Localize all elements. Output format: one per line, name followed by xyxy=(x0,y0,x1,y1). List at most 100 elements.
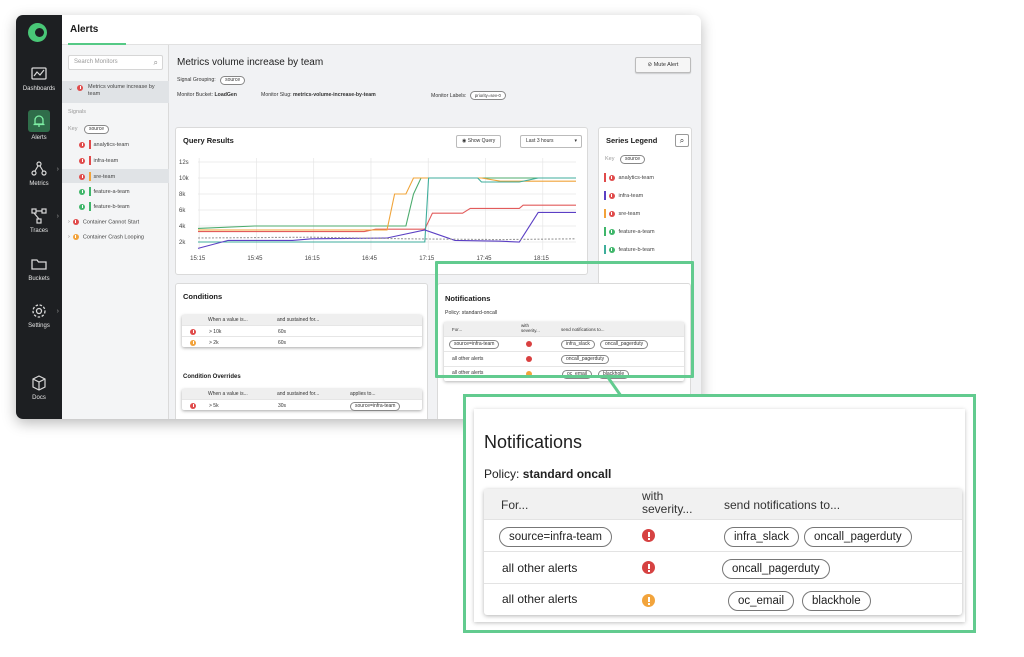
legend-item[interactable]: infra-team xyxy=(604,191,701,200)
chevron-right-icon: › xyxy=(68,219,70,226)
y-tick-label: 8k xyxy=(179,192,186,198)
error-severity-icon xyxy=(642,561,655,574)
col-value: When a value is... xyxy=(208,391,248,397)
conditions-table: When a value is... and sustained for... … xyxy=(182,315,422,347)
nav-alerts-label: Alerts xyxy=(31,135,47,141)
zoom-target-pill: infra_slack xyxy=(724,527,799,547)
monitor-title: Metrics volume increase by team xyxy=(177,57,324,68)
series-color-swatch xyxy=(604,227,606,236)
selected-monitor-label: Metrics volume increase by team xyxy=(88,84,155,97)
legend-item[interactable]: feature-b-team xyxy=(604,245,701,254)
zoom-policy-value: standard oncall xyxy=(522,467,612,481)
overrides-table: When a value is... and sustained for... … xyxy=(182,389,422,411)
query-results-title: Query Results xyxy=(183,136,234,145)
legend-item-label: feature-b-team xyxy=(618,246,655,253)
time-range-select[interactable]: Last 3 hours ▾ xyxy=(520,135,582,148)
series-line xyxy=(198,177,576,231)
monitor-bucket-label: Monitor Bucket: xyxy=(177,92,214,98)
condition-row: > 2k 60s xyxy=(182,336,422,347)
y-tick-label: 6k xyxy=(179,208,186,214)
legend-key-pill: source xyxy=(620,155,646,164)
search-monitors-input[interactable]: Search Monitors ⌕ xyxy=(68,55,163,70)
zoom-notifications-title: Notifications xyxy=(484,432,583,452)
chevron-right-icon: › xyxy=(68,234,70,241)
nav-settings[interactable]: Settings › xyxy=(16,302,62,329)
search-icon: ⌕ xyxy=(679,136,685,145)
override-applies-pill: source=infra-team xyxy=(350,401,401,411)
series-line xyxy=(197,177,576,229)
zoom-connector xyxy=(605,376,623,396)
zoom-notification-row: source=infra-team infra_slack oncall_pag… xyxy=(484,519,962,551)
active-tab-underline xyxy=(68,43,126,45)
series-color-swatch xyxy=(89,172,91,181)
nav-dashboards-label: Dashboards xyxy=(22,86,56,92)
mute-alert-button[interactable]: ⊘ Mute Alert xyxy=(635,57,691,73)
zoom-for-text: all other alerts xyxy=(502,561,578,575)
error-status-icon xyxy=(79,173,85,180)
warning-status-icon xyxy=(190,339,196,346)
notifications-highlight-frame xyxy=(435,261,694,378)
series-color-swatch xyxy=(604,245,606,254)
nav-metrics-label: Metrics xyxy=(29,181,49,187)
selected-monitor[interactable]: ⌄ Metrics volume increase by team xyxy=(62,81,169,103)
monitor-slug-value: metrics-volume-increase-by-team xyxy=(293,92,376,98)
col-sustained: and sustained for... xyxy=(277,391,320,397)
traces-icon xyxy=(31,208,47,224)
legend-item[interactable]: analytics-team xyxy=(604,173,701,182)
nav-traces[interactable]: Traces › xyxy=(16,207,62,234)
query-results-chart: 12s10k8k6k4k2k15:15 15:45 16:15 16:45 17:15 1… xyxy=(179,158,577,262)
series-legend-title: Series Legend xyxy=(606,136,658,145)
legend-item[interactable]: sre-team xyxy=(604,209,701,218)
zoom-policy-label: Policy: xyxy=(484,467,520,481)
conditions-header: When a value is... and sustained for... xyxy=(182,315,422,325)
show-query-button[interactable]: ◉ Show Query xyxy=(456,135,502,148)
search-icon: ⌕ xyxy=(153,58,158,67)
show-query-label: Show Query xyxy=(467,138,496,144)
zoom-inner-card: Notifications Policy: standard oncall Fo… xyxy=(474,409,965,622)
error-status-icon xyxy=(608,210,615,217)
legend-item[interactable]: feature-a-team xyxy=(604,227,701,236)
top-bar: Alerts xyxy=(62,15,701,45)
signal-grouping: Signal Grouping: source xyxy=(177,76,246,85)
series-color-swatch xyxy=(89,187,91,196)
condition-overrides-title: Condition Overrides xyxy=(183,374,241,380)
dashboard-icon xyxy=(31,67,47,80)
nav-buckets[interactable]: Buckets xyxy=(16,255,62,282)
signal-label: feature-b-team xyxy=(93,203,130,210)
signal-row[interactable]: sre-team xyxy=(62,169,169,183)
zoom-for-text: all other alerts xyxy=(502,592,578,606)
conditions-title: Conditions xyxy=(183,292,223,301)
nav-docs[interactable]: Docs xyxy=(16,374,62,401)
error-severity-icon xyxy=(642,529,655,542)
x-tick-label: 16:15 xyxy=(305,256,321,262)
nav-alerts[interactable]: Alerts xyxy=(16,110,62,141)
legend-search-button[interactable]: ⌕ xyxy=(675,134,689,147)
nav-metrics[interactable]: Metrics › xyxy=(16,160,62,187)
zoom-notification-row: all other alerts oncall_pagerduty xyxy=(484,551,962,583)
zoom-policy: Policy: standard oncall xyxy=(484,467,611,481)
query-results-card: Query Results ◉ Show Query Last 3 hours … xyxy=(175,127,588,275)
zoom-target-pill: oncall_pagerduty xyxy=(804,527,912,547)
monitor-row[interactable]: › Container Cannot Start xyxy=(68,219,175,225)
monitor-slug-label: Monitor Slug: xyxy=(261,92,292,98)
nav-settings-label: Settings xyxy=(28,323,50,329)
legend-item-label: sre-team xyxy=(618,210,641,217)
monitor-row[interactable]: › Container Crash Looping xyxy=(68,234,175,240)
conditions-card: Conditions When a value is... and sustai… xyxy=(175,283,428,419)
monitor-labels-pill: priority=sev-0 xyxy=(469,91,506,100)
col-value: When a value is... xyxy=(208,317,248,323)
x-tick-label: 16:45 xyxy=(362,256,378,262)
nav-dashboards[interactable]: Dashboards xyxy=(16,65,62,92)
key-pill: source xyxy=(84,125,110,134)
zoom-notification-row: all other alerts oc_email blackhole xyxy=(484,583,962,615)
ok-status-icon xyxy=(79,203,85,210)
mute-alert-label: Mute Alert xyxy=(653,62,679,68)
monitor-bucket-value: LoadGen xyxy=(214,92,237,98)
caret-down-icon: ▾ xyxy=(574,138,577,144)
y-tick-label: 2k xyxy=(179,240,186,246)
zoom-target-pill: oncall_pagerduty xyxy=(722,559,830,579)
y-tick-label: 4k xyxy=(179,224,186,230)
error-status-icon xyxy=(79,141,85,148)
zoom-col-for: For... xyxy=(501,498,529,512)
overrides-header: When a value is... and sustained for... … xyxy=(182,389,422,399)
